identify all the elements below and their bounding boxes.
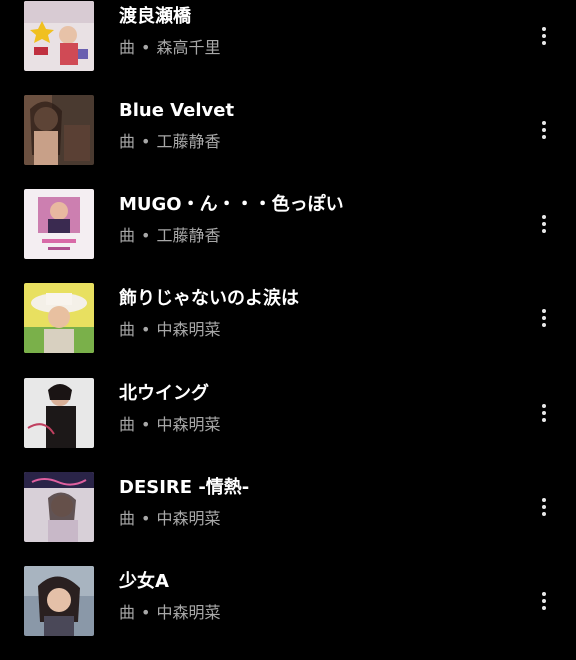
meta-separator: • [141,132,151,151]
song-row[interactable]: 渡良瀬橋 曲 • 森高千里 [0,1,576,95]
song-title: Blue Velvet [119,100,235,121]
song-row[interactable]: 北ウイング 曲 • 中森明菜 [0,378,576,472]
song-meta: 曲 • 中森明菜 [119,319,220,341]
song-artist: 中森明菜 [156,320,221,339]
song-type: 曲 [119,509,136,528]
album-art-thumbnail [24,95,94,165]
album-art-thumbnail [24,378,94,448]
more-vertical-icon[interactable] [532,300,556,336]
song-type: 曲 [119,132,136,151]
song-meta: 曲 • 中森明菜 [119,602,220,624]
song-type: 曲 [119,226,136,245]
album-art-thumbnail [24,566,94,636]
song-title: 北ウイング [119,383,209,404]
song-type: 曲 [119,415,136,434]
song-title: DESIRE -情熱- [119,477,250,498]
meta-separator: • [141,226,151,245]
more-vertical-icon[interactable] [532,489,556,525]
song-row[interactable]: Blue Velvet 曲 • 工藤静香 [0,95,576,189]
more-vertical-icon[interactable] [532,18,556,54]
song-type: 曲 [119,38,136,57]
song-row[interactable]: MUGO・ん・・・色っぽい 曲 • 工藤静香 [0,189,576,283]
song-row[interactable]: 飾りじゃないのよ涙は 曲 • 中森明菜 [0,283,576,377]
song-artist: 中森明菜 [156,603,221,622]
meta-separator: • [141,509,151,528]
album-art-thumbnail [24,283,94,353]
more-vertical-icon[interactable] [532,395,556,431]
meta-separator: • [141,320,151,339]
song-artist: 中森明菜 [156,415,221,434]
song-title: MUGO・ん・・・色っぽい [119,194,344,215]
meta-separator: • [141,38,151,57]
song-meta: 曲 • 森高千里 [119,37,220,59]
meta-separator: • [141,415,151,434]
song-artist: 工藤静香 [156,132,221,151]
song-meta: 曲 • 工藤静香 [119,225,220,247]
song-artist: 工藤静香 [156,226,221,245]
more-vertical-icon[interactable] [532,206,556,242]
song-row[interactable]: 少女A 曲 • 中森明菜 [0,566,576,660]
song-title: 少女A [119,571,169,592]
song-row[interactable]: DESIRE -情熱- 曲 • 中森明菜 [0,472,576,566]
more-vertical-icon[interactable] [532,583,556,619]
album-art-thumbnail [24,189,94,259]
album-art-thumbnail [24,1,94,71]
more-vertical-icon[interactable] [532,112,556,148]
song-meta: 曲 • 中森明菜 [119,508,220,530]
song-type: 曲 [119,603,136,622]
song-type: 曲 [119,320,136,339]
album-art-thumbnail [24,472,94,542]
song-meta: 曲 • 工藤静香 [119,131,220,153]
song-artist: 中森明菜 [156,509,221,528]
song-artist: 森高千里 [156,38,221,57]
song-meta: 曲 • 中森明菜 [119,414,220,436]
meta-separator: • [141,603,151,622]
song-title: 渡良瀬橋 [119,6,191,27]
song-title: 飾りじゃないのよ涙は [119,288,299,309]
